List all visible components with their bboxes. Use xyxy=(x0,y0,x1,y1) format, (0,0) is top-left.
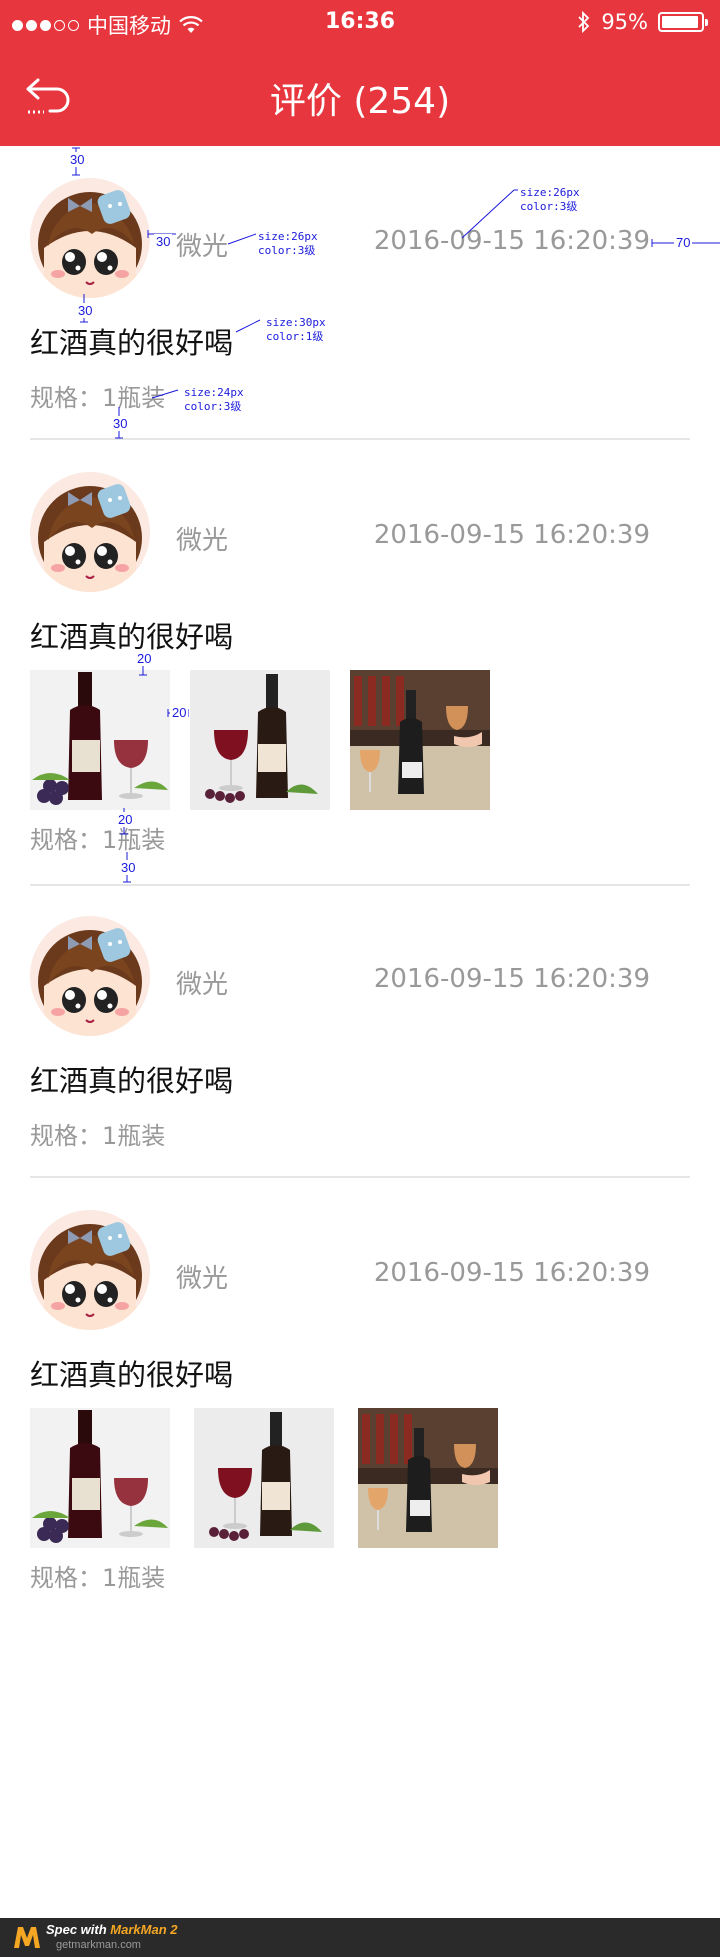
review-time: 2016-09-15 16:20:39 xyxy=(373,1258,650,1288)
avatar[interactable] xyxy=(30,1210,150,1330)
review-time: 2016-09-15 16:20:39 xyxy=(373,520,650,550)
review-photo[interactable] xyxy=(194,1408,334,1548)
review-content: 红酒真的很好喝 xyxy=(30,620,234,654)
divider xyxy=(30,438,690,440)
review-photo[interactable] xyxy=(350,670,490,810)
annotation-name-style: size:26px color:3级 xyxy=(258,230,318,257)
review-spec: 规格：1瓶装 xyxy=(30,1564,166,1592)
review-spec: 规格：1瓶装 xyxy=(30,826,166,854)
annotation-30: 30 xyxy=(76,303,95,318)
review-content: 红酒真的很好喝 xyxy=(30,326,234,360)
annotation-spec-style: size:24px color:3级 xyxy=(184,386,244,413)
annotation-20: 20 xyxy=(170,705,189,720)
divider xyxy=(30,884,690,886)
annotation-20: 20 xyxy=(116,812,135,827)
review-time: 2016-09-15 16:20:39 xyxy=(373,226,650,256)
review-username: 微光 xyxy=(176,526,229,556)
annotation-20: 20 xyxy=(135,651,154,666)
battery-percent: 95% xyxy=(601,10,648,34)
review-photo[interactable] xyxy=(358,1408,498,1548)
status-bar: 中国移动 16:36 95% xyxy=(0,0,720,48)
review-content: 红酒真的很好喝 xyxy=(30,1358,234,1392)
bluetooth-icon xyxy=(578,11,590,33)
annotation-30: 30 xyxy=(68,152,87,167)
annotation-30: 30 xyxy=(119,860,138,875)
avatar[interactable] xyxy=(30,916,150,1036)
review-photo[interactable] xyxy=(30,670,170,810)
review-username: 微光 xyxy=(176,1264,229,1294)
review-username: 微光 xyxy=(176,970,229,1000)
avatar[interactable] xyxy=(30,178,150,298)
footer-brand: MarkMan 2 xyxy=(110,1922,178,1937)
annotation-30: 30 xyxy=(154,234,173,249)
divider xyxy=(30,1176,690,1178)
review-content: 红酒真的很好喝 xyxy=(30,1064,234,1098)
avatar[interactable] xyxy=(30,472,150,592)
footer-prefix: Spec with xyxy=(46,1922,111,1937)
review-photo[interactable] xyxy=(190,670,330,810)
review-spec: 规格：1瓶装 xyxy=(30,1122,166,1150)
review-time: 2016-09-15 16:20:39 xyxy=(373,964,650,994)
footer-url[interactable]: getmarkman.com xyxy=(56,1939,141,1951)
review-spec: 规格：1瓶装 xyxy=(30,384,166,412)
review-username: 微光 xyxy=(176,232,229,262)
battery-icon xyxy=(658,12,708,32)
app-header: 中国移动 16:36 95% 评价 (254) xyxy=(0,0,720,146)
annotation-time-style: size:26px color:3级 xyxy=(520,186,580,213)
review-photo[interactable] xyxy=(30,1408,170,1548)
markman-logo-icon xyxy=(14,1927,40,1948)
annotation-70: 70 xyxy=(674,235,693,250)
page-title: 评价 (254) xyxy=(269,81,451,122)
annotation-30: 30 xyxy=(111,416,130,431)
markman-footer: Spec with MarkMan 2 getmarkman.com xyxy=(0,1918,720,1957)
annotation-content-style: size:30px color:1级 xyxy=(266,316,326,343)
